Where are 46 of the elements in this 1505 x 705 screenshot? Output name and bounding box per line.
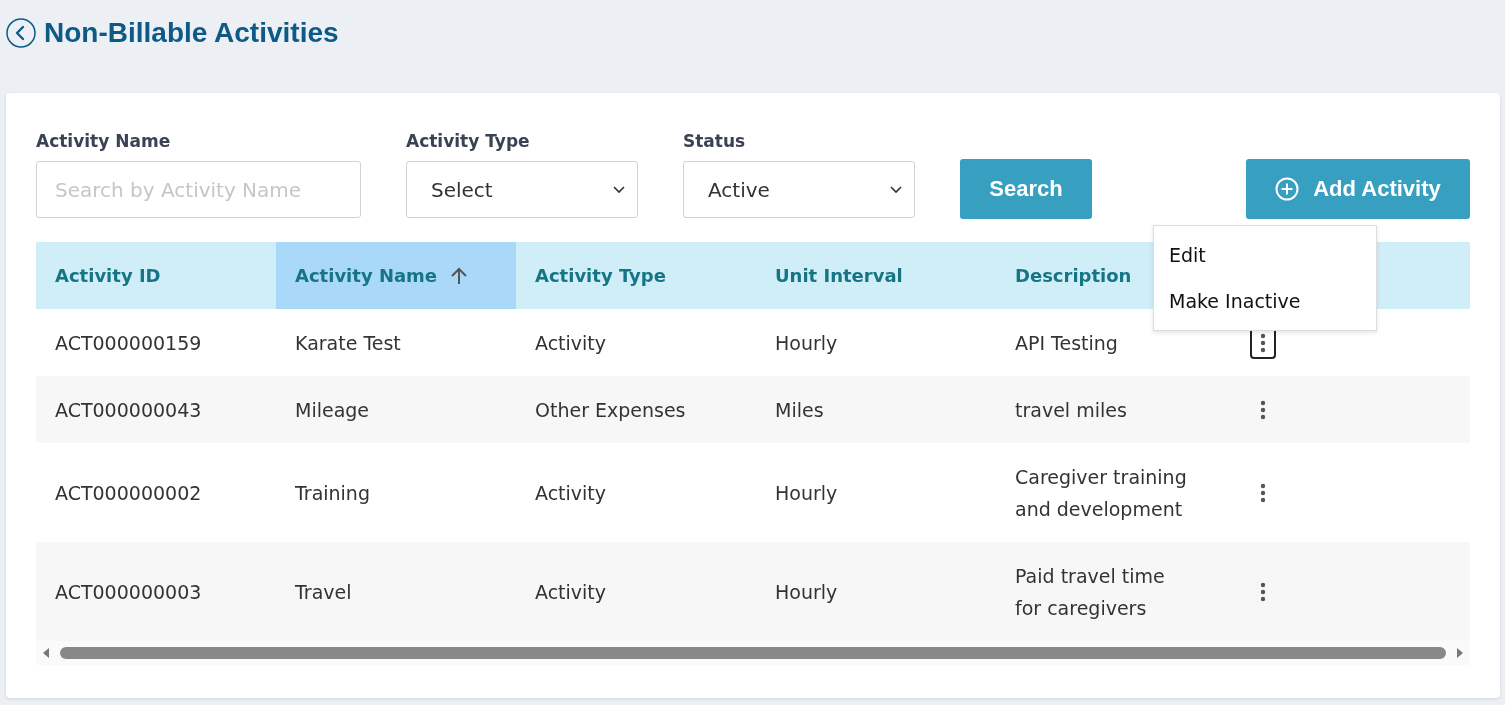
menu-item[interactable]: Make Inactive <box>1154 278 1376 324</box>
search-button[interactable]: Search <box>960 159 1092 219</box>
page-title: Non-Billable Activities <box>44 16 339 49</box>
horizontal-scrollbar[interactable] <box>36 641 1470 665</box>
vertical-dots-icon <box>1260 399 1266 420</box>
table-cell-text: travel miles <box>1014 397 1128 423</box>
field-label: Activity Name <box>36 131 172 151</box>
vertical-dots-icon <box>1260 581 1266 602</box>
table-cell-text: Training <box>294 480 371 506</box>
plus-circle-icon <box>1275 177 1300 201</box>
table-cell-text: Activity <box>534 480 608 506</box>
table-cell-text: Caregiver training and development <box>1014 464 1188 522</box>
vertical-dots-icon <box>1260 482 1266 503</box>
table-cell-text: Miles <box>774 397 825 423</box>
dropdown[interactable]: Active <box>683 161 915 218</box>
table-cell-text: ACT000000003 <box>54 579 203 605</box>
search-field[interactable]: Search by Activity Name <box>36 161 361 218</box>
table-cell-text: Hourly <box>774 579 839 605</box>
table-cell-text: ACT000000002 <box>54 480 203 506</box>
table-cell-text: Paid travel time for caregivers <box>1014 563 1166 621</box>
scroll-left-icon[interactable] <box>42 647 50 659</box>
caret-icon <box>613 185 625 194</box>
table-cell-text: Hourly <box>774 330 839 356</box>
table-cell-text: Travel <box>294 579 353 605</box>
table-cell-text: Karate Test <box>294 330 402 356</box>
column-header[interactable]: Activity ID <box>36 242 276 309</box>
table-cell-text: Activity <box>534 579 608 605</box>
table-cell-text: Activity <box>534 330 608 356</box>
column-header[interactable]: Activity Type <box>516 242 756 309</box>
table-cell-text: Hourly <box>774 480 839 506</box>
menu-item[interactable]: Edit <box>1154 232 1376 278</box>
column-header[interactable]: Activity Name <box>276 242 516 309</box>
dropdown[interactable]: Select <box>406 161 638 218</box>
table-cell-text: Other Expenses <box>534 397 687 423</box>
field-label: Activity Type <box>406 131 531 151</box>
column-header[interactable]: Unit Interval <box>756 242 996 309</box>
back-icon[interactable] <box>6 17 36 48</box>
table-cell-text: ACT000000159 <box>54 330 203 356</box>
field-label: Status <box>683 131 747 151</box>
add-activity-button[interactable]: Add Activity <box>1246 159 1470 219</box>
vertical-dots-icon <box>1260 332 1266 353</box>
caret-icon <box>890 185 902 194</box>
table-cell-text: ACT000000043 <box>54 397 203 423</box>
scroll-right-icon[interactable] <box>1456 647 1464 659</box>
table-cell-text: Mileage <box>294 397 371 423</box>
table-cell-text: API Testing <box>1014 330 1119 356</box>
